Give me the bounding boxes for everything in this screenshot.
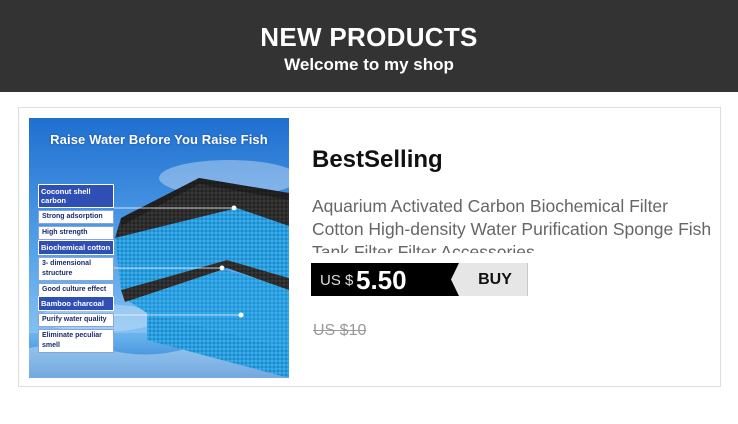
- feature-line: High strength: [38, 226, 114, 240]
- feature-line: Purify water quality: [38, 313, 114, 327]
- header-title: NEW PRODUCTS: [260, 22, 478, 52]
- product-brand[interactable]: BestSelling: [312, 145, 443, 175]
- price-amount: 5.50: [356, 265, 407, 295]
- original-price: US $10: [313, 322, 367, 339]
- shop-header: NEW PRODUCTS Welcome to my shop: [0, 0, 738, 92]
- feature-line: Eliminate peculiar smell: [38, 329, 114, 353]
- feature-line: Strong adsorption: [38, 210, 114, 224]
- feature-title: Bamboo charcoal: [38, 296, 114, 311]
- buy-button[interactable]: BUY: [451, 263, 528, 296]
- product-image[interactable]: Raise Water Before You Raise Fish Coconu…: [29, 118, 289, 378]
- feature-coconut-carbon: Coconut shell carbon Strong adsorption H…: [38, 184, 114, 240]
- header-subtitle: Welcome to my shop: [284, 55, 454, 74]
- feature-bamboo-charcoal: Bamboo charcoal Purify water quality Eli…: [38, 296, 114, 353]
- buy-button-label: BUY: [478, 271, 512, 288]
- feature-title: Biochemical cotton: [38, 240, 114, 255]
- image-heading: Raise Water Before You Raise Fish: [50, 132, 268, 147]
- feature-line: 3- dimensional structure: [38, 257, 114, 281]
- feature-title: Coconut shell carbon: [38, 184, 114, 208]
- price-tag: US $ 5.50: [311, 263, 461, 296]
- price-currency: US $: [320, 272, 354, 289]
- product-description[interactable]: Aquarium Activated Carbon Biochemical Fi…: [312, 195, 712, 253]
- feature-line: Good culture effect: [38, 283, 114, 297]
- feature-biochemical-cotton: Biochemical cotton 3- dimensional struct…: [38, 240, 114, 297]
